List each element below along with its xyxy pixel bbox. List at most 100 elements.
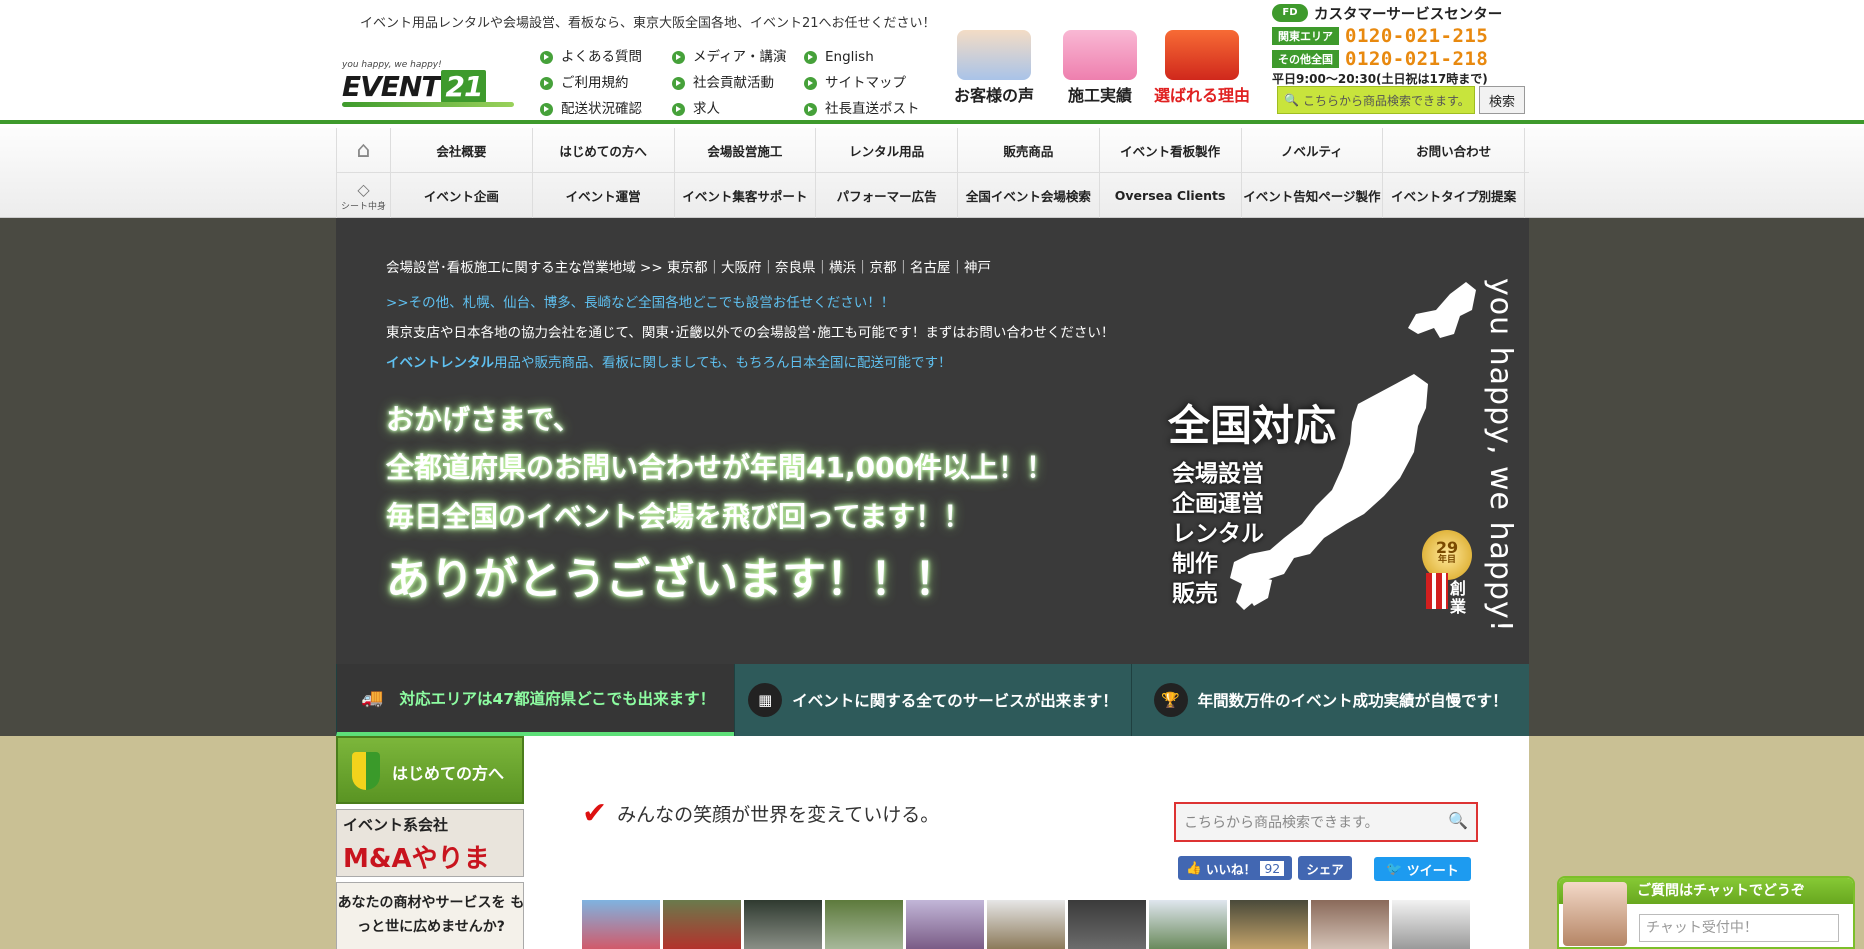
nav-item-planning[interactable]: イベント企画 bbox=[391, 173, 533, 218]
header-search-button[interactable]: 検索 bbox=[1479, 86, 1525, 114]
logo-wordmark: EVENT 21 bbox=[342, 70, 487, 103]
facebook-buttons: 👍 いいね！ 92 シェア bbox=[1178, 856, 1352, 880]
header-links-col3: English サイトマップ 社長直送ポスト bbox=[804, 44, 920, 122]
event-photo-strip bbox=[582, 900, 1470, 949]
facebook-like-button[interactable]: 👍 いいね！ 92 bbox=[1178, 856, 1293, 880]
nav-item-attendance[interactable]: イベント集客サポート bbox=[675, 173, 817, 218]
arrow-bullet-icon bbox=[672, 102, 685, 116]
tab-track-record[interactable]: 🏆 年間数万件のイベント成功実績が自慢です！ bbox=[1131, 664, 1530, 736]
banner-first-time[interactable]: はじめての方へ bbox=[336, 736, 524, 804]
header-link-english[interactable]: English bbox=[804, 44, 920, 70]
global-nav: ⌂ 会社概要 はじめての方へ 会場設営施工 レンタル用品 販売商品 イベント看板… bbox=[0, 128, 1864, 218]
header-link-ceo-post[interactable]: 社長直送ポスト bbox=[804, 96, 920, 122]
promo-label: 選ばれる理由 bbox=[1153, 86, 1250, 105]
site-header: イベント用品レンタルや会場設営、看板なら、東京大阪全国各地、イベント21へお任せ… bbox=[0, 0, 1864, 124]
nav-item-oversea[interactable]: Oversea Clients bbox=[1100, 173, 1242, 218]
hero-glow-line2: 全都道府県のお問い合わせが年間41,000件以上！！ bbox=[386, 451, 1055, 484]
nav-item-rental[interactable]: レンタル用品 bbox=[816, 128, 958, 172]
like-count: 92 bbox=[1260, 860, 1285, 876]
nav-item-operation[interactable]: イベント運営 bbox=[533, 173, 675, 218]
free-dial-icon: FD bbox=[1272, 4, 1308, 22]
phone-number[interactable]: 0120-021-218 bbox=[1345, 48, 1488, 70]
header-link-jobs[interactable]: 求人 bbox=[672, 96, 787, 122]
banner-promote[interactable]: あなたの商材やサービスを もっと世に広めませんか? bbox=[336, 882, 524, 949]
phone-number[interactable]: 0120-021-215 bbox=[1345, 25, 1488, 47]
event-photo[interactable] bbox=[1230, 900, 1308, 949]
chat-input[interactable]: チャット受付中！ bbox=[1639, 914, 1839, 942]
home-button[interactable]: ⌂ bbox=[336, 128, 391, 173]
promo-construction-results[interactable]: 施工実績 bbox=[1050, 30, 1150, 114]
rental-link[interactable]: イベントレンタル bbox=[386, 355, 494, 371]
chat-widget[interactable]: ご質問はチャットでどうぞ チャット受付中！ bbox=[1557, 876, 1855, 949]
hero-section: 会場設営･看板施工に関する主な営業地域 >> 東京都｜大阪府｜奈良県｜横浜｜京都… bbox=[0, 218, 1864, 736]
event-photo[interactable] bbox=[1311, 900, 1389, 949]
header-link-faq[interactable]: よくある質問 bbox=[540, 44, 642, 70]
camera-icon bbox=[1063, 30, 1137, 80]
service-sales: 販売 bbox=[1172, 581, 1218, 607]
event-photo[interactable] bbox=[582, 900, 660, 949]
grid-icon: ▦ bbox=[748, 683, 783, 717]
phone-row-kanto[interactable]: 関東エリア 0120-021-215 bbox=[1272, 24, 1528, 47]
tab-all-services[interactable]: ▦ イベントに関する全てのサービスが出来ます！ bbox=[733, 664, 1132, 736]
event-photo[interactable] bbox=[987, 900, 1065, 949]
nav-item-venue-search[interactable]: 全国イベント会場検索 bbox=[958, 173, 1100, 218]
arrow-bullet-icon bbox=[540, 102, 553, 116]
global-nav-row2: ◇ シート中身 イベント企画 イベント運営 イベント集客サポート パフォーマー広告… bbox=[336, 173, 1529, 218]
header-link-terms[interactable]: ご利用規約 bbox=[540, 70, 642, 96]
promo-why-chosen[interactable]: 選ばれる理由 bbox=[1152, 30, 1252, 114]
header-search-input[interactable]: 🔍 こちらから商品検索できます。 bbox=[1277, 86, 1475, 114]
nav-item-announcement-page[interactable]: イベント告知ページ製作 bbox=[1242, 173, 1384, 218]
facebook-share-button[interactable]: シェア bbox=[1298, 856, 1352, 880]
nav-item-novelty[interactable]: ノベルティ bbox=[1242, 128, 1384, 172]
hero-services: 会場設営 企画運営 レンタル 制作 販売 bbox=[1172, 454, 1264, 607]
founded-label: 創業 bbox=[1450, 579, 1467, 616]
event-photo[interactable] bbox=[825, 900, 903, 949]
promo-customer-voice[interactable]: お客様の声 bbox=[944, 30, 1044, 114]
nav-item-performer-ad[interactable]: パフォーマー広告 bbox=[816, 173, 958, 218]
nav-item-contact[interactable]: お問い合わせ bbox=[1383, 128, 1525, 172]
tweet-button[interactable]: 🐦 ツイート bbox=[1374, 857, 1471, 881]
header-links-col1: よくある質問 ご利用規約 配送状況確認 bbox=[540, 44, 642, 122]
tv-icon bbox=[1165, 30, 1239, 80]
nav-item-event-type[interactable]: イベントタイプ別提案 bbox=[1383, 173, 1525, 218]
event-photo[interactable] bbox=[1392, 900, 1470, 949]
event-photo[interactable] bbox=[1068, 900, 1146, 949]
nav-item-company[interactable]: 会社概要 bbox=[391, 128, 533, 172]
header-search: 🔍 こちらから商品検索できます。 検索 bbox=[1277, 86, 1525, 114]
event-photo[interactable] bbox=[1149, 900, 1227, 949]
avatar bbox=[1563, 882, 1627, 946]
arrow-bullet-icon bbox=[804, 102, 817, 116]
hero-glow-thanks: ありがとうございます！！！ bbox=[386, 554, 958, 605]
site-logo[interactable]: you happy, we happy! EVENT 21 bbox=[342, 60, 514, 110]
trophy-icon: 🏆 bbox=[1153, 683, 1188, 717]
hero-line-nationwide: >>その他、札幌、仙台、博多、長崎など全国各地どこでも設営お任せください！！ bbox=[386, 295, 895, 311]
tab-nationwide[interactable]: 🚚 対応エリアは47都道府県どこでも出来ます！ bbox=[336, 664, 734, 736]
arrow-bullet-icon bbox=[804, 50, 817, 64]
nav-item-sales[interactable]: 販売商品 bbox=[958, 128, 1100, 172]
service-venue: 会場設営 bbox=[1172, 461, 1264, 487]
banner-ma[interactable]: イベント系会社 M&Aやります! bbox=[336, 809, 524, 911]
nav-item-first-time[interactable]: はじめての方へ bbox=[533, 128, 675, 172]
family-icon bbox=[957, 30, 1031, 80]
nav-item-venue-setup[interactable]: 会場設営施工 bbox=[675, 128, 817, 172]
hero-line-partners: 東京支店や日本各地の協力会社を通じて、関東･近畿以外での会場設営･施工も可能です… bbox=[386, 325, 1115, 341]
arrow-bullet-icon bbox=[672, 76, 685, 90]
global-nav-row1: ⌂ 会社概要 はじめての方へ 会場設営施工 レンタル用品 販売商品 イベント看板… bbox=[336, 128, 1529, 173]
arrow-bullet-icon bbox=[804, 76, 817, 90]
service-planning: 企画運営 bbox=[1172, 491, 1264, 517]
sheet-button[interactable]: ◇ シート中身 bbox=[336, 173, 391, 218]
event-photo[interactable] bbox=[663, 900, 741, 949]
header-link-media[interactable]: メディア・講演 bbox=[672, 44, 787, 70]
header-link-csr[interactable]: 社会貢献活動 bbox=[672, 70, 787, 96]
event-photo[interactable] bbox=[744, 900, 822, 949]
content-search-input[interactable]: こちらから商品検索できます。 🔍 bbox=[1174, 802, 1478, 842]
header-link-shipping[interactable]: 配送状況確認 bbox=[540, 96, 642, 122]
hero-motto: you happy, we happy! bbox=[1483, 278, 1518, 633]
event-photo[interactable] bbox=[906, 900, 984, 949]
customer-service-title: FD カスタマーサービスセンター bbox=[1272, 2, 1528, 24]
search-icon[interactable]: 🔍 bbox=[1448, 811, 1468, 830]
nav-item-signage[interactable]: イベント看板製作 bbox=[1100, 128, 1242, 172]
header-link-sitemap[interactable]: サイトマップ bbox=[804, 70, 920, 96]
phone-row-other[interactable]: その他全国 0120-021-218 bbox=[1272, 47, 1528, 70]
arrow-bullet-icon bbox=[672, 50, 685, 64]
